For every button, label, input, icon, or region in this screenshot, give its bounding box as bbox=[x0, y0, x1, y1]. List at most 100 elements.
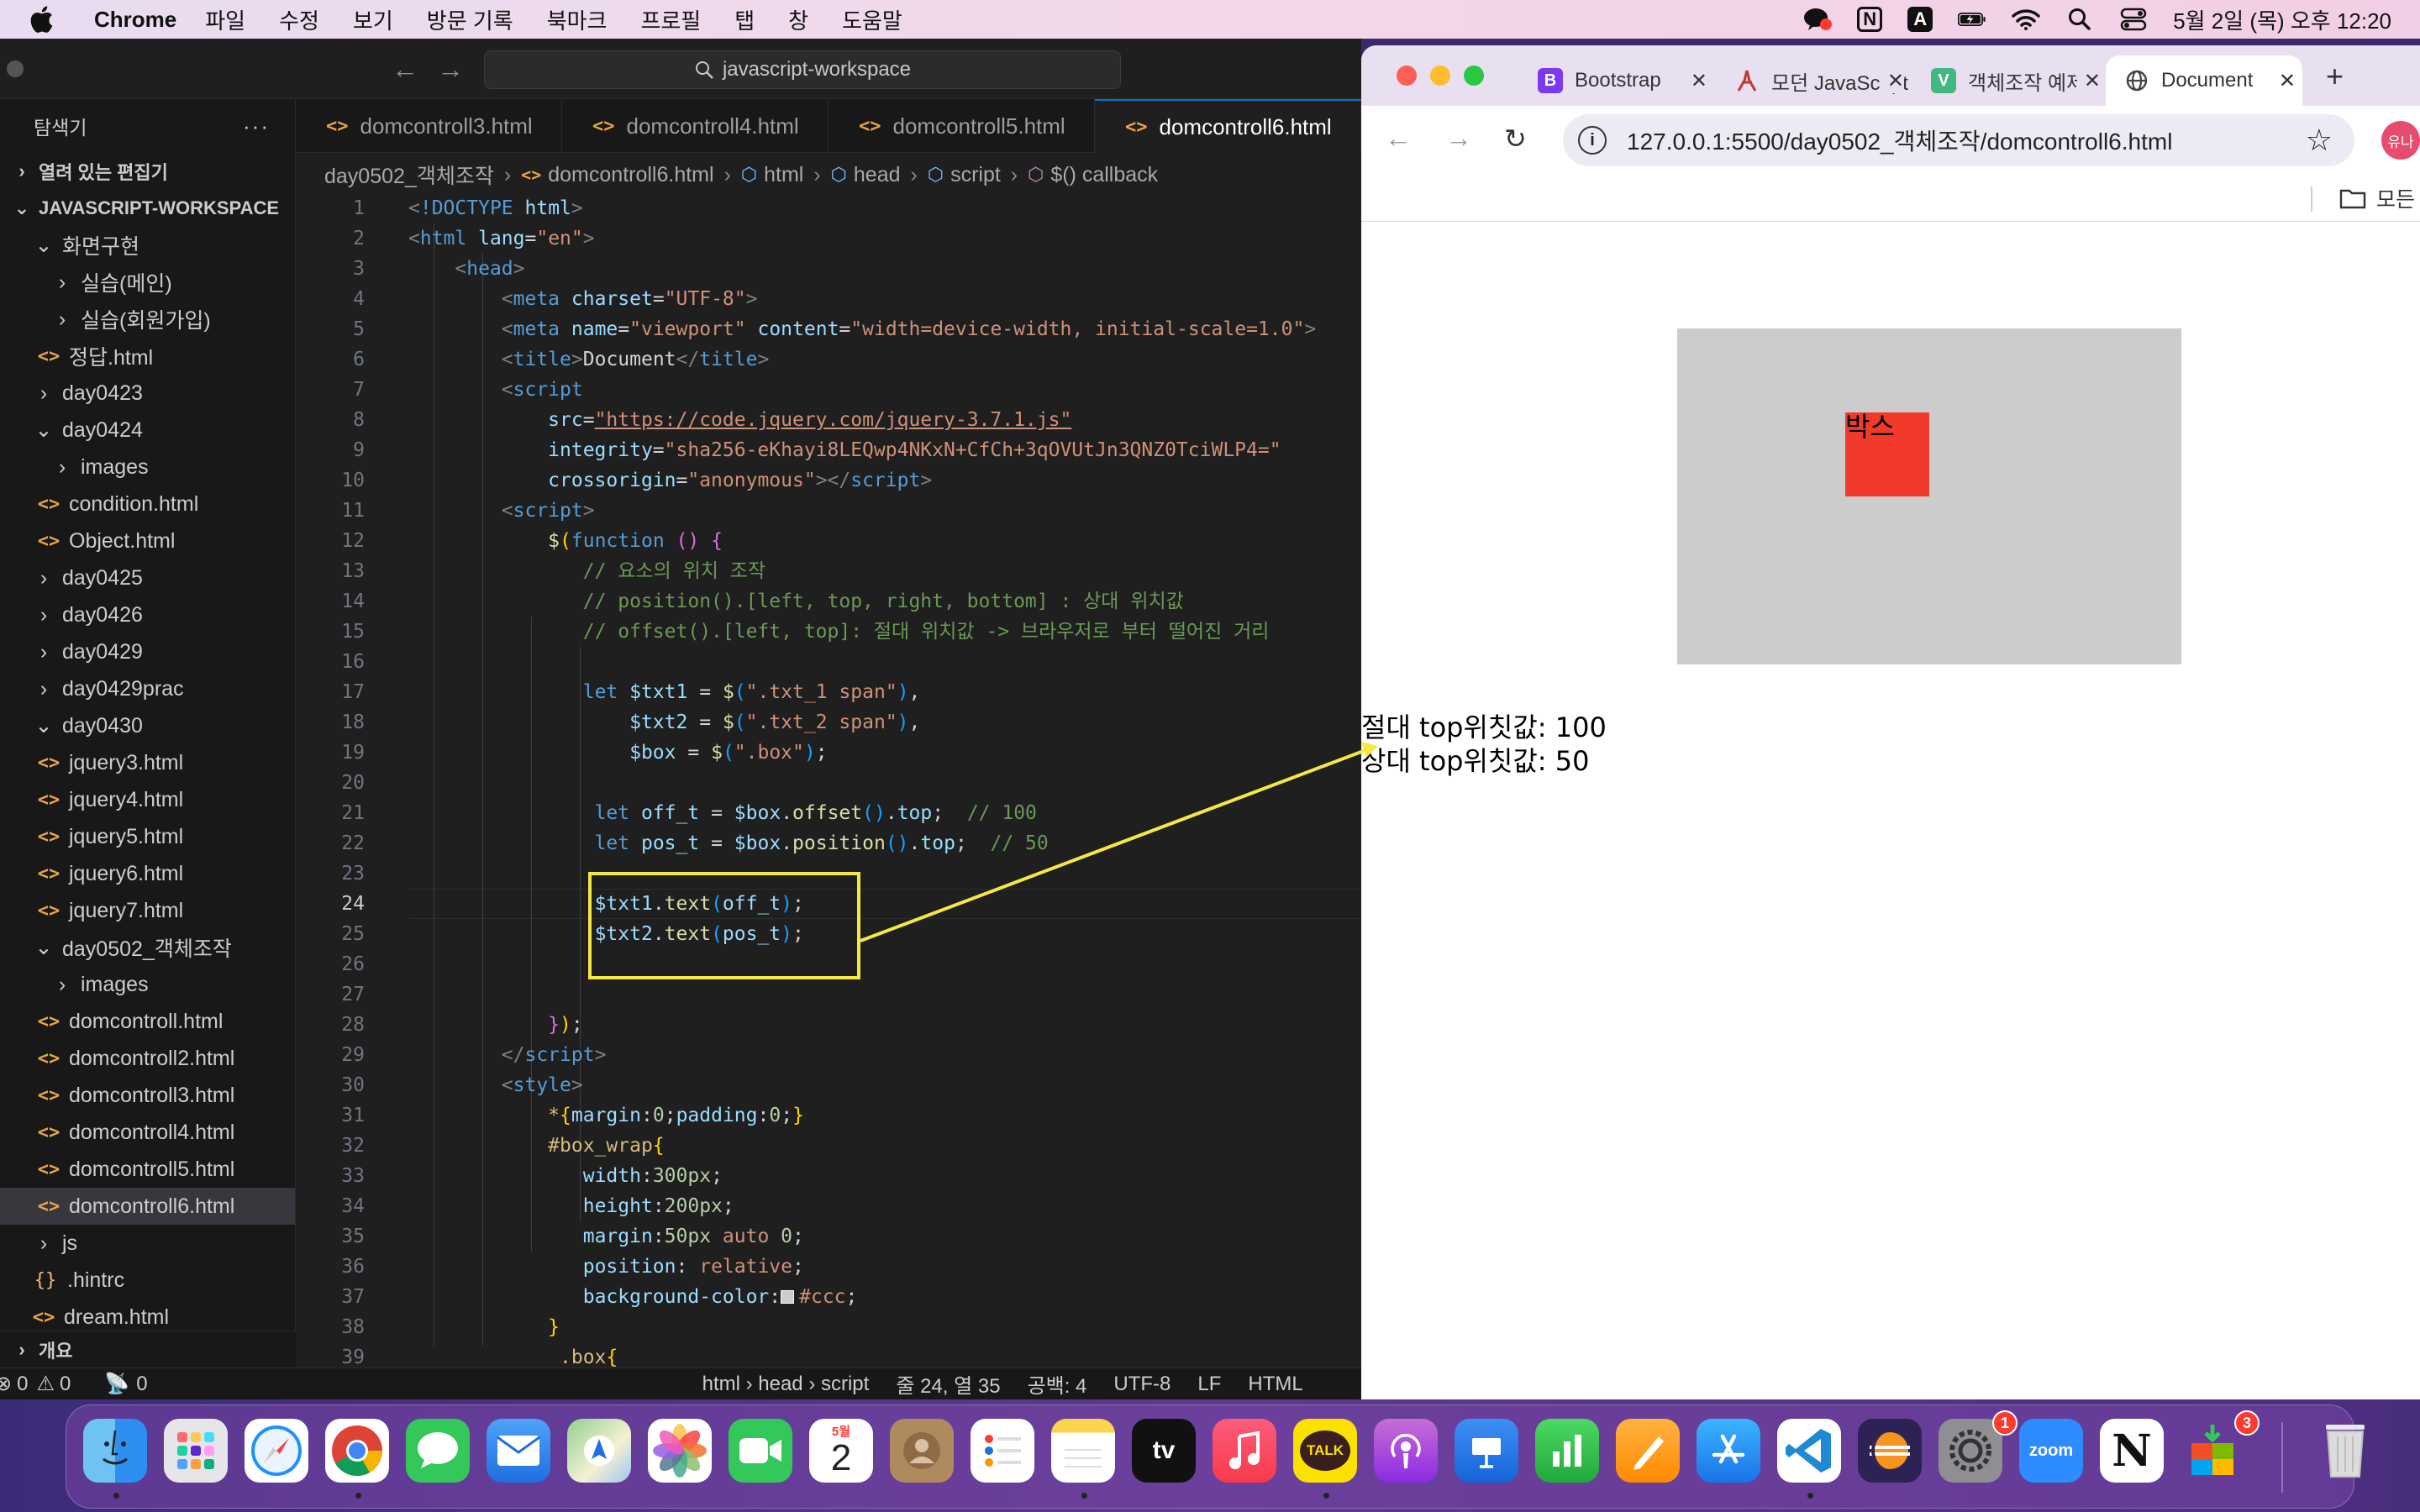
tree-item[interactable]: › images bbox=[0, 449, 295, 486]
back-arrow-icon[interactable]: ← bbox=[1385, 123, 1412, 154]
outline-section[interactable]: › 개요 bbox=[0, 1331, 296, 1368]
bookmark-star-icon[interactable]: ☆ bbox=[2306, 123, 2333, 158]
tree-item[interactable]: › day0425 bbox=[0, 559, 295, 596]
tree-item[interactable]: <> jquery5.html bbox=[0, 818, 295, 855]
trash-icon[interactable] bbox=[2313, 1419, 2377, 1483]
tree-item[interactable]: <> Object.html bbox=[0, 522, 295, 559]
apple-icon[interactable] bbox=[29, 5, 62, 34]
tree-item[interactable]: › js bbox=[0, 1225, 295, 1262]
menu-edit[interactable]: 수정 bbox=[279, 4, 319, 35]
minimize-window-icon[interactable] bbox=[1430, 66, 1450, 86]
forward-arrow-icon[interactable]: → bbox=[437, 54, 464, 85]
profile-avatar[interactable]: 유나 bbox=[2381, 121, 2420, 160]
tree-item[interactable]: <> domcontroll.html bbox=[0, 1003, 295, 1040]
reminders-icon[interactable] bbox=[971, 1419, 1034, 1483]
calendar-icon[interactable]: 5월 2 bbox=[809, 1419, 873, 1483]
tab-domcontroll6[interactable]: <> domcontroll6.html bbox=[1095, 99, 1361, 153]
menu-help[interactable]: 도움말 bbox=[842, 4, 902, 35]
end-of-line[interactable]: LF bbox=[1197, 1373, 1221, 1396]
breadcrumb-file[interactable]: domcontroll6.html bbox=[548, 163, 713, 187]
finder-icon[interactable] bbox=[83, 1419, 147, 1483]
tree-item[interactable]: ⌄ day0430 bbox=[0, 707, 295, 744]
open-editors-section[interactable]: › 열려 있는 편집기 bbox=[0, 153, 295, 190]
maximize-window-icon[interactable] bbox=[1464, 66, 1484, 86]
menu-history[interactable]: 방문 기록 bbox=[427, 4, 513, 35]
wifi-icon[interactable] bbox=[2012, 5, 2040, 34]
tree-item[interactable]: › 실습(회원가입) bbox=[0, 301, 295, 338]
error-icon[interactable]: ⊗ bbox=[0, 1372, 12, 1396]
close-tab-icon[interactable]: ✕ bbox=[1880, 68, 1904, 93]
close-tab-icon[interactable]: ✕ bbox=[1683, 68, 1707, 93]
kakaotalk-icon[interactable] bbox=[1803, 5, 1833, 34]
contacts-icon[interactable] bbox=[890, 1419, 954, 1483]
menubar-clock[interactable]: 5월 2일 (목) 오후 12:20 bbox=[2173, 4, 2391, 35]
breadcrumb-script[interactable]: script bbox=[950, 163, 1001, 187]
tree-item[interactable]: › images bbox=[0, 966, 295, 1003]
tab-domcontroll5[interactable]: <> domcontroll5.html bbox=[829, 99, 1095, 153]
ports-count[interactable]: 0 bbox=[136, 1373, 147, 1396]
appstore-icon[interactable] bbox=[1697, 1419, 1760, 1483]
tree-item[interactable]: <> domcontroll3.html bbox=[0, 1077, 295, 1114]
address-bar[interactable]: i 127.0.0.1:5500/day0502_객체조작/domcontrol… bbox=[1563, 114, 2354, 166]
file-encoding[interactable]: UTF-8 bbox=[1113, 1373, 1171, 1396]
window-control-dot[interactable] bbox=[7, 60, 24, 77]
breadcrumb-html[interactable]: html bbox=[764, 163, 803, 187]
spotlight-icon[interactable] bbox=[2065, 5, 2094, 34]
appletv-icon[interactable]: tv bbox=[1132, 1419, 1196, 1483]
messages-icon[interactable] bbox=[406, 1419, 470, 1483]
status-path[interactable]: html › head › script bbox=[702, 1373, 870, 1396]
menu-profiles[interactable]: 프로필 bbox=[640, 4, 701, 35]
chrome-tab-dom-example[interactable]: V 객체조작 예제 ✕ bbox=[1919, 55, 2107, 106]
menu-window[interactable]: 창 bbox=[788, 4, 808, 35]
launchpad-icon[interactable] bbox=[164, 1419, 228, 1483]
tree-item[interactable]: › day0429 bbox=[0, 633, 295, 670]
warning-count[interactable]: 0 bbox=[60, 1373, 71, 1396]
tree-item[interactable]: <> domcontroll6.html bbox=[0, 1188, 295, 1225]
code-editor[interactable]: 1 <!DOCTYPE html> 2 <html lang="en"> 3 <he… bbox=[296, 193, 1361, 1368]
vscode-icon[interactable] bbox=[1777, 1419, 1841, 1483]
tree-item[interactable]: <> condition.html bbox=[0, 486, 295, 522]
close-tab-icon[interactable]: ✕ bbox=[2076, 68, 2101, 93]
tree-item[interactable]: ⌄ day0502_객체조작 bbox=[0, 929, 295, 966]
battery-icon[interactable] bbox=[1958, 5, 1986, 34]
keynote-icon[interactable] bbox=[1455, 1419, 1518, 1483]
photos-icon[interactable] bbox=[648, 1419, 712, 1483]
tree-item[interactable]: ⌄ 화면구현 bbox=[0, 227, 295, 264]
breadcrumb-folder[interactable]: day0502_객체조작 bbox=[324, 160, 494, 190]
tree-item[interactable]: <> jquery4.html bbox=[0, 781, 295, 818]
menu-bookmarks[interactable]: 북마크 bbox=[547, 4, 608, 35]
tree-item[interactable]: <> jquery6.html bbox=[0, 855, 295, 892]
safari-icon[interactable] bbox=[245, 1419, 308, 1483]
notes-icon[interactable] bbox=[1051, 1419, 1115, 1483]
eclipse-icon[interactable] bbox=[1858, 1419, 1922, 1483]
language-mode[interactable]: HTML bbox=[1248, 1373, 1302, 1396]
music-icon[interactable] bbox=[1213, 1419, 1276, 1483]
tree-item[interactable]: <> jquery7.html bbox=[0, 892, 295, 929]
notion-icon[interactable]: N bbox=[2100, 1419, 2164, 1483]
new-tab-icon[interactable]: + bbox=[2326, 59, 2344, 94]
notion-icon[interactable]: N bbox=[1857, 7, 1883, 32]
error-count[interactable]: 0 bbox=[17, 1373, 28, 1396]
warning-icon[interactable]: ⚠ bbox=[36, 1372, 55, 1396]
input-method-icon[interactable]: A bbox=[1907, 7, 1933, 32]
tree-item[interactable]: › day0423 bbox=[0, 375, 295, 412]
tree-item[interactable]: <> domcontroll5.html bbox=[0, 1151, 295, 1188]
menu-view[interactable]: 보기 bbox=[353, 4, 393, 35]
all-bookmarks-button[interactable]: 모든 bbox=[2339, 183, 2415, 213]
ports-icon[interactable]: 📡 bbox=[104, 1372, 129, 1396]
breadcrumb-callback[interactable]: $() callback bbox=[1050, 163, 1158, 187]
tree-item[interactable]: <> domcontroll4.html bbox=[0, 1114, 295, 1151]
site-info-icon[interactable]: i bbox=[1578, 126, 1607, 155]
chrome-tab-bootstrap[interactable]: B Bootstrap ✕ bbox=[1526, 55, 1714, 106]
zoom-icon[interactable]: zoom bbox=[2019, 1419, 2083, 1483]
tree-item[interactable]: <> 정답.html bbox=[0, 338, 295, 375]
chrome-tab-document[interactable]: Document ✕ bbox=[2106, 55, 2302, 106]
cursor-position[interactable]: 줄 24, 열 35 bbox=[896, 1369, 1000, 1399]
pages-icon[interactable] bbox=[1616, 1419, 1680, 1483]
facetime-icon[interactable] bbox=[729, 1419, 792, 1483]
tree-item[interactable]: <> jquery3.html bbox=[0, 744, 295, 781]
tree-item[interactable]: › day0429prac bbox=[0, 670, 295, 707]
more-actions-icon[interactable]: ··· bbox=[243, 113, 270, 139]
chrome-icon[interactable] bbox=[325, 1419, 389, 1483]
tree-item[interactable]: {} .hintrc bbox=[0, 1262, 295, 1299]
